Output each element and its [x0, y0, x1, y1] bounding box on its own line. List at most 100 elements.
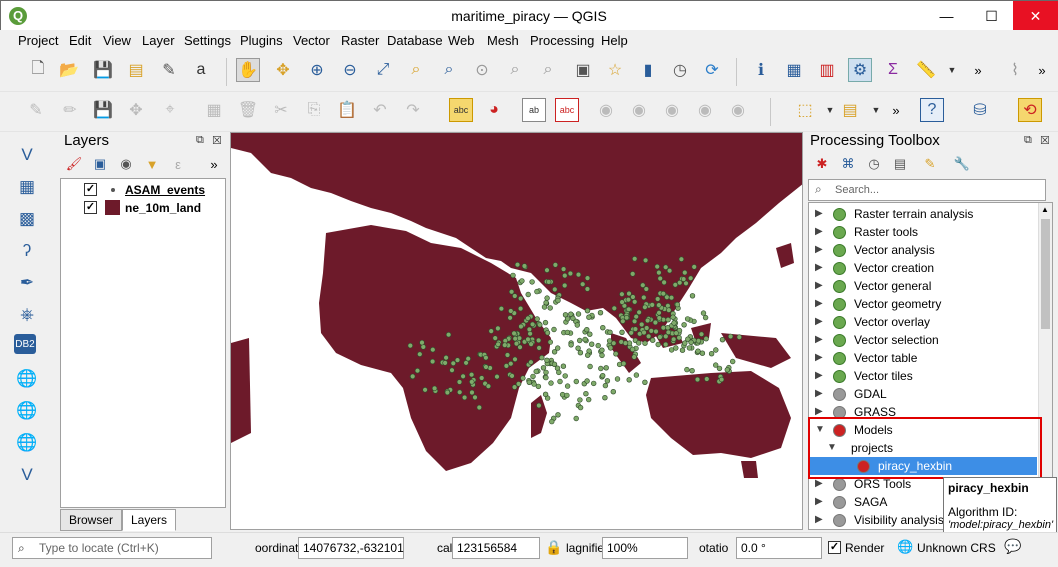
- select-by-value-icon[interactable]: ▤: [838, 98, 862, 122]
- new-map-view-icon[interactable]: ▣: [571, 58, 595, 82]
- label-rotate-icon[interactable]: ◉: [627, 98, 651, 122]
- toolbox-search[interactable]: ⌕ Search...: [808, 179, 1046, 201]
- expand-arrow-icon[interactable]: ▶: [815, 385, 823, 403]
- tree-item[interactable]: ▶ Vector general: [809, 277, 1037, 295]
- menu-database[interactable]: Database: [387, 33, 443, 48]
- overflow-chevron-icon[interactable]: »: [966, 58, 990, 82]
- zoom-last-icon[interactable]: ⌕: [503, 58, 527, 82]
- menu-plugins[interactable]: Plugins: [240, 33, 283, 48]
- select-features-icon[interactable]: ⬚: [793, 98, 817, 122]
- show-bookmarks-icon[interactable]: ▮: [636, 58, 660, 82]
- add-wcs-icon[interactable]: 🌐: [14, 430, 40, 456]
- statistical-summary-icon[interactable]: ▥: [815, 58, 839, 82]
- menu-layer[interactable]: Layer: [142, 33, 175, 48]
- options-icon[interactable]: 🔧: [950, 152, 974, 176]
- tree-item[interactable]: ▶ Vector analysis: [809, 241, 1037, 259]
- expand-arrow-icon[interactable]: ▶: [815, 493, 823, 511]
- tree-item[interactable]: ▶ Vector selection: [809, 331, 1037, 349]
- layer-visibility-checkbox[interactable]: ✓: [84, 183, 97, 196]
- paste-features-icon[interactable]: 📋: [335, 98, 359, 122]
- temporal-controller-icon[interactable]: ◷: [668, 58, 692, 82]
- close-button[interactable]: ✕: [1013, 1, 1058, 31]
- magnifier-field[interactable]: 100%: [602, 537, 688, 559]
- expand-arrow-icon[interactable]: ▶: [815, 331, 823, 349]
- lock-icon[interactable]: 🔒: [545, 539, 562, 556]
- layer-item-land[interactable]: ✓ ne_10m_land: [61, 199, 225, 217]
- tree-item[interactable]: ▶ Vector creation: [809, 259, 1037, 277]
- label-abc-icon[interactable]: abc: [449, 98, 473, 122]
- label-highlight-icon[interactable]: abc: [555, 98, 579, 122]
- expand-arrow-icon[interactable]: ▶: [815, 349, 823, 367]
- cut-features-icon[interactable]: ✂: [269, 98, 293, 122]
- vertex-tool-icon[interactable]: ⌖: [158, 98, 182, 122]
- modify-attributes-icon[interactable]: ▦: [202, 98, 226, 122]
- layer-item-asam[interactable]: ✓ ASAM_events: [61, 181, 225, 199]
- new-print-layout-icon[interactable]: ▤: [124, 58, 148, 82]
- menu-edit[interactable]: Edit: [69, 33, 91, 48]
- menu-project[interactable]: Project: [18, 33, 58, 48]
- add-vector-layer-icon[interactable]: V: [14, 142, 40, 168]
- new-project-icon[interactable]: 🗋: [26, 58, 50, 82]
- label-props-icon[interactable]: ◉: [726, 98, 750, 122]
- undo-icon[interactable]: ↶: [368, 98, 392, 122]
- history-icon[interactable]: ◷: [862, 152, 886, 176]
- python-icon[interactable]: ⌘: [836, 152, 860, 176]
- tree-item[interactable]: ▶ Vector table: [809, 349, 1037, 367]
- expand-arrow-icon[interactable]: ▶: [815, 205, 823, 223]
- add-feature-icon[interactable]: ✥: [124, 98, 148, 122]
- tab-layers[interactable]: Layers: [122, 509, 177, 531]
- tree-item[interactable]: ▶ Raster terrain analysis: [809, 205, 1037, 223]
- new-bookmark-icon[interactable]: ☆: [603, 58, 627, 82]
- db-manager-icon[interactable]: ⛁: [968, 98, 992, 122]
- close-panel-icon[interactable]: ☒: [212, 134, 222, 147]
- minimize-button[interactable]: —: [924, 1, 969, 31]
- expand-arrow-icon[interactable]: ▶: [815, 259, 823, 277]
- add-virtual-layer-icon[interactable]: V: [14, 462, 40, 488]
- redo-icon[interactable]: ↷: [401, 98, 425, 122]
- expand-arrow-icon[interactable]: ▶: [815, 295, 823, 313]
- pan-icon[interactable]: ✋: [236, 58, 260, 82]
- attribute-table-icon[interactable]: ▦: [782, 58, 806, 82]
- filter-icon[interactable]: ▼: [140, 152, 164, 176]
- add-wms-icon[interactable]: 🌐: [14, 366, 40, 392]
- current-edits-icon[interactable]: ✎: [24, 98, 48, 122]
- close-panel-icon[interactable]: ☒: [1040, 134, 1050, 147]
- profile-tool-icon[interactable]: ⌇: [1003, 58, 1027, 82]
- rotation-field[interactable]: 0.0 °: [736, 537, 822, 559]
- refresh-icon[interactable]: ⟳: [700, 58, 724, 82]
- expand-arrow-icon[interactable]: ▶: [815, 313, 823, 331]
- scroll-thumb[interactable]: [1041, 219, 1050, 329]
- expand-arrow-icon[interactable]: ▶: [815, 367, 823, 385]
- tree-item[interactable]: ▶ Vector overlay: [809, 313, 1037, 331]
- plugin-icon[interactable]: ⟲: [1018, 98, 1042, 122]
- copy-features-icon[interactable]: ⎘: [302, 98, 326, 122]
- expand-arrow-icon[interactable]: ▶: [815, 277, 823, 295]
- filter-expression-icon[interactable]: ε: [166, 152, 190, 176]
- add-db2-icon[interactable]: DB2: [14, 334, 36, 354]
- label-change-icon[interactable]: ◉: [693, 98, 717, 122]
- zoom-next-icon[interactable]: ⌕: [536, 58, 560, 82]
- zoom-native-icon[interactable]: ⊙: [470, 58, 494, 82]
- visibility-icon[interactable]: ◉: [114, 152, 138, 176]
- scale-field[interactable]: 123156584: [452, 537, 540, 559]
- save-edits-icon[interactable]: 💾: [91, 98, 115, 122]
- menu-settings[interactable]: Settings: [184, 33, 231, 48]
- expand-arrow-icon[interactable]: ▶: [815, 223, 823, 241]
- menu-raster[interactable]: Raster: [341, 33, 379, 48]
- tree-item[interactable]: ▶ Vector geometry: [809, 295, 1037, 313]
- add-geopackage-icon[interactable]: ✒: [14, 270, 40, 296]
- results-icon[interactable]: ▤: [888, 152, 912, 176]
- menu-web[interactable]: Web: [448, 33, 475, 48]
- zoom-out-icon[interactable]: ⊖: [338, 58, 362, 82]
- render-checkbox[interactable]: ✓: [828, 541, 841, 554]
- add-delimited-text-icon[interactable]: ʔ: [14, 238, 40, 264]
- toolbox-icon[interactable]: ⚙: [848, 58, 872, 82]
- models-icon[interactable]: ✱: [810, 152, 834, 176]
- zoom-to-selection-icon[interactable]: ⌕: [404, 58, 428, 82]
- overflow-chevron-icon[interactable]: »: [202, 152, 226, 176]
- overflow-chevron-icon[interactable]: »: [1030, 58, 1054, 82]
- zoom-in-icon[interactable]: ⊕: [305, 58, 329, 82]
- layout-manager-icon[interactable]: ✎: [157, 58, 181, 82]
- overflow-chevron-icon[interactable]: »: [884, 98, 908, 122]
- messages-icon[interactable]: 💬: [1004, 538, 1021, 555]
